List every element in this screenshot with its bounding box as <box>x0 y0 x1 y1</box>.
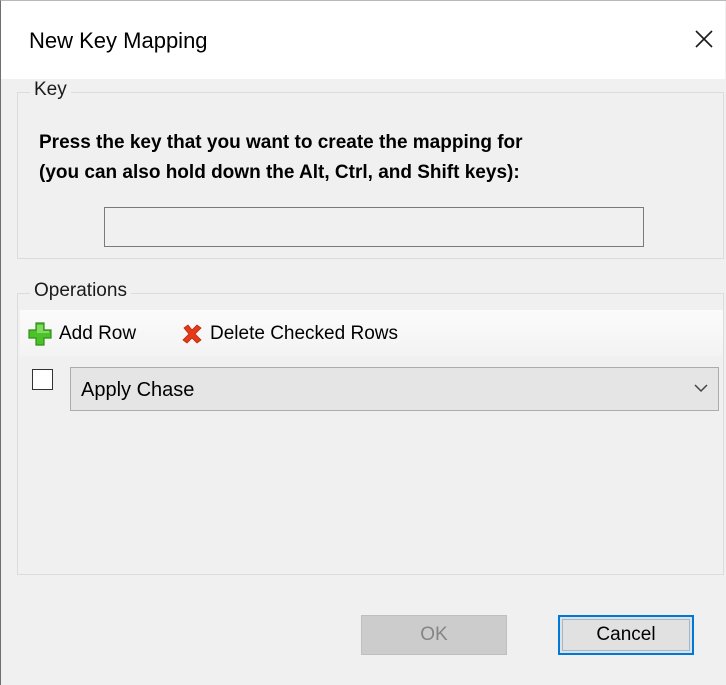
add-row-button[interactable]: Add Row <box>27 320 136 348</box>
chevron-down-icon <box>694 383 708 393</box>
red-x-icon <box>180 322 210 346</box>
operation-select-value: Apply Chase <box>81 379 195 401</box>
key-group-label: Key <box>30 79 71 101</box>
operations-toolbar: Add Row Delete Checked Rows <box>20 310 724 356</box>
close-x-icon <box>694 29 714 49</box>
operation-select[interactable]: Apply Chase <box>70 367 719 411</box>
operations-group-label: Operations <box>30 280 131 302</box>
add-row-label: Add Row <box>59 323 137 344</box>
cancel-button[interactable]: Cancel <box>558 615 694 655</box>
title-bar: New Key Mapping <box>1 1 725 79</box>
plus-icon <box>27 321 59 347</box>
close-button[interactable] <box>681 15 726 63</box>
key-prompt-text: Press the key that you want to create th… <box>39 132 523 183</box>
key-capture-field[interactable] <box>104 207 644 247</box>
row-checkbox[interactable] <box>32 369 53 390</box>
dialog-title: New Key Mapping <box>29 28 208 53</box>
delete-checked-rows-button[interactable]: Delete Checked Rows <box>180 320 398 348</box>
delete-checked-rows-label: Delete Checked Rows <box>210 323 398 344</box>
ok-button[interactable]: OK <box>361 615 507 655</box>
